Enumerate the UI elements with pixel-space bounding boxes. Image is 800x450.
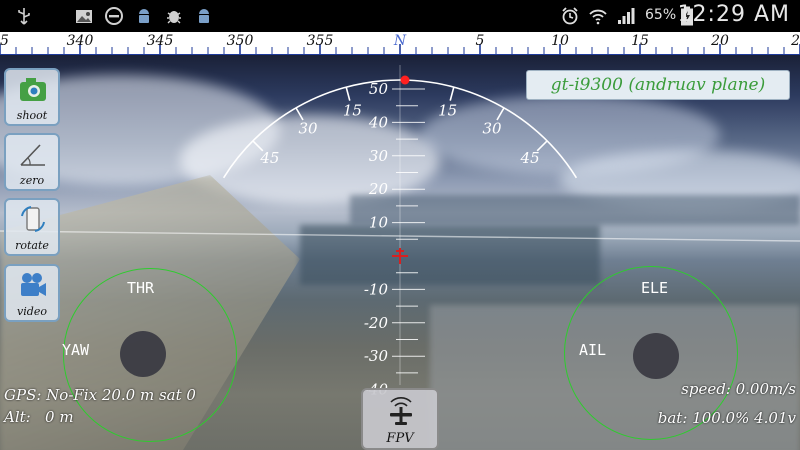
zero-label: zero (19, 174, 45, 187)
roll-label: 30 (298, 120, 318, 138)
ail-label: AIL (579, 341, 607, 359)
clock: 12:29 AM (677, 2, 790, 27)
speed-readout: speed: 0.00m/s (681, 380, 796, 398)
android-icon (139, 9, 149, 23)
pitch-label: -20 (364, 314, 389, 332)
video-label: video (17, 305, 47, 318)
left-joystick-knob[interactable] (120, 331, 166, 377)
device-name-label: gt-i9300 (andruav plane) (526, 70, 790, 100)
alarm-icon (562, 7, 578, 25)
pitch-label: -10 (364, 280, 389, 298)
ele-label: ELE (641, 279, 669, 297)
image-icon (76, 10, 92, 23)
gps-status: GPS: No-Fix 20.0 m sat 0 (4, 386, 196, 404)
compass-label: 20 (710, 33, 729, 49)
status-bar: 65% 12:29 AM (0, 0, 800, 32)
pitch-label: -30 (364, 347, 389, 365)
compass-label: 5 (476, 33, 485, 49)
battery-percent: 65% (645, 7, 677, 23)
altitude-readout: Alt: 0 m (4, 408, 74, 426)
roll-tick (345, 86, 351, 101)
compass-label: 340 (67, 33, 94, 49)
right-joystick-knob[interactable] (633, 333, 679, 379)
roll-tick (295, 107, 304, 121)
rotate-label: rotate (15, 239, 49, 252)
pitch-label: 20 (368, 180, 389, 198)
video-camera-icon (21, 273, 46, 296)
compass-scale: 35 340 345 350 355 N 5 10 15 20 25 (0, 33, 800, 54)
video-button[interactable]: video (4, 264, 60, 322)
compass-label: N (393, 33, 407, 49)
usb-icon (18, 8, 30, 25)
roll-label: 45 (259, 149, 279, 167)
fpv-button[interactable]: FPV (361, 388, 439, 450)
bug-icon (167, 11, 181, 24)
compass-label: 15 (631, 33, 649, 49)
android-icon (199, 9, 209, 23)
roll-label: 30 (482, 120, 502, 138)
pitch-label: 30 (369, 147, 389, 165)
pitch-label: 10 (369, 214, 389, 232)
zero-button[interactable]: zero (4, 133, 60, 191)
roll-label: 15 (343, 101, 362, 119)
shoot-button[interactable]: shoot (4, 68, 60, 126)
shoot-label: shoot (16, 109, 48, 122)
app-screen: 65% 12:29 AM 35 340 345 350 355 N 5 10 15 20 25 45… (0, 0, 800, 450)
angle-icon (20, 144, 45, 166)
roll-indicator (400, 75, 410, 85)
roll-tick (496, 107, 505, 121)
wifi-icon (589, 9, 607, 25)
roll-label: 45 (520, 149, 540, 167)
thr-label: THR (127, 279, 155, 297)
roll-tick (449, 86, 455, 101)
camera-icon (20, 78, 46, 101)
fpv-label: FPV (386, 431, 414, 446)
rotate-button[interactable]: rotate (4, 198, 60, 256)
plane-icon (390, 397, 412, 425)
compass-label: 35 (0, 33, 9, 49)
compass-label: 25 (790, 33, 800, 49)
pitch-label: 40 (368, 113, 389, 131)
pitch-label: 50 (369, 80, 389, 98)
compass-heading-strip: 35 340 345 350 355 N 5 10 15 20 25 (0, 32, 800, 57)
compass-label: 350 (227, 33, 254, 49)
block-icon (105, 7, 123, 25)
roll-label: 15 (438, 101, 457, 119)
aircraft-marker (392, 248, 408, 264)
battery-readout: bat: 100.0% 4.01v (657, 409, 796, 427)
signal-icon (618, 8, 635, 24)
compass-label: 10 (551, 33, 569, 49)
rotate-icon (21, 206, 45, 232)
compass-label: 355 (307, 33, 334, 49)
compass-label: 345 (147, 33, 174, 49)
yaw-label: YAW (62, 341, 90, 359)
